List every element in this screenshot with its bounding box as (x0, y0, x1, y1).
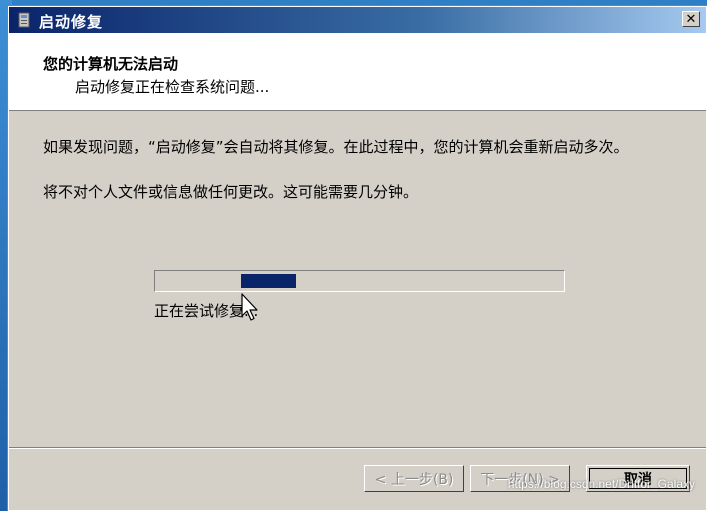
watermark-text: https://blog.csdn.net/Driffor_Galaxy (507, 477, 695, 491)
footer-separator (9, 447, 706, 449)
title-bar[interactable]: 启动修复 ✕ (9, 7, 706, 33)
startup-repair-window: 启动修复 ✕ 您的计算机无法启动 启动修复正在检查系统问题... 如果发现问题，… (8, 6, 707, 511)
progress-bar (154, 270, 565, 292)
progress-marquee-chunk (241, 274, 296, 288)
window-title: 启动修复 (39, 13, 104, 31)
header-title: 您的计算机无法启动 (43, 55, 179, 73)
header-panel: 您的计算机无法启动 启动修复正在检查系统问题... (9, 33, 706, 111)
back-button[interactable]: < 上一步(B) (364, 465, 464, 492)
close-icon: ✕ (685, 11, 697, 27)
no-changes-message: 将不对个人文件或信息做任何更改。这可能需要几分钟。 (43, 183, 419, 201)
mouse-pointer-icon (241, 293, 258, 321)
repair-message: 如果发现问题，“启动修复”会自动将其修复。在此过程中，您的计算机会重新启动多次。 (43, 138, 629, 156)
header-subtitle: 启动修复正在检查系统问题... (75, 78, 270, 96)
startup-repair-icon (18, 12, 30, 28)
close-button[interactable]: ✕ (682, 11, 700, 27)
